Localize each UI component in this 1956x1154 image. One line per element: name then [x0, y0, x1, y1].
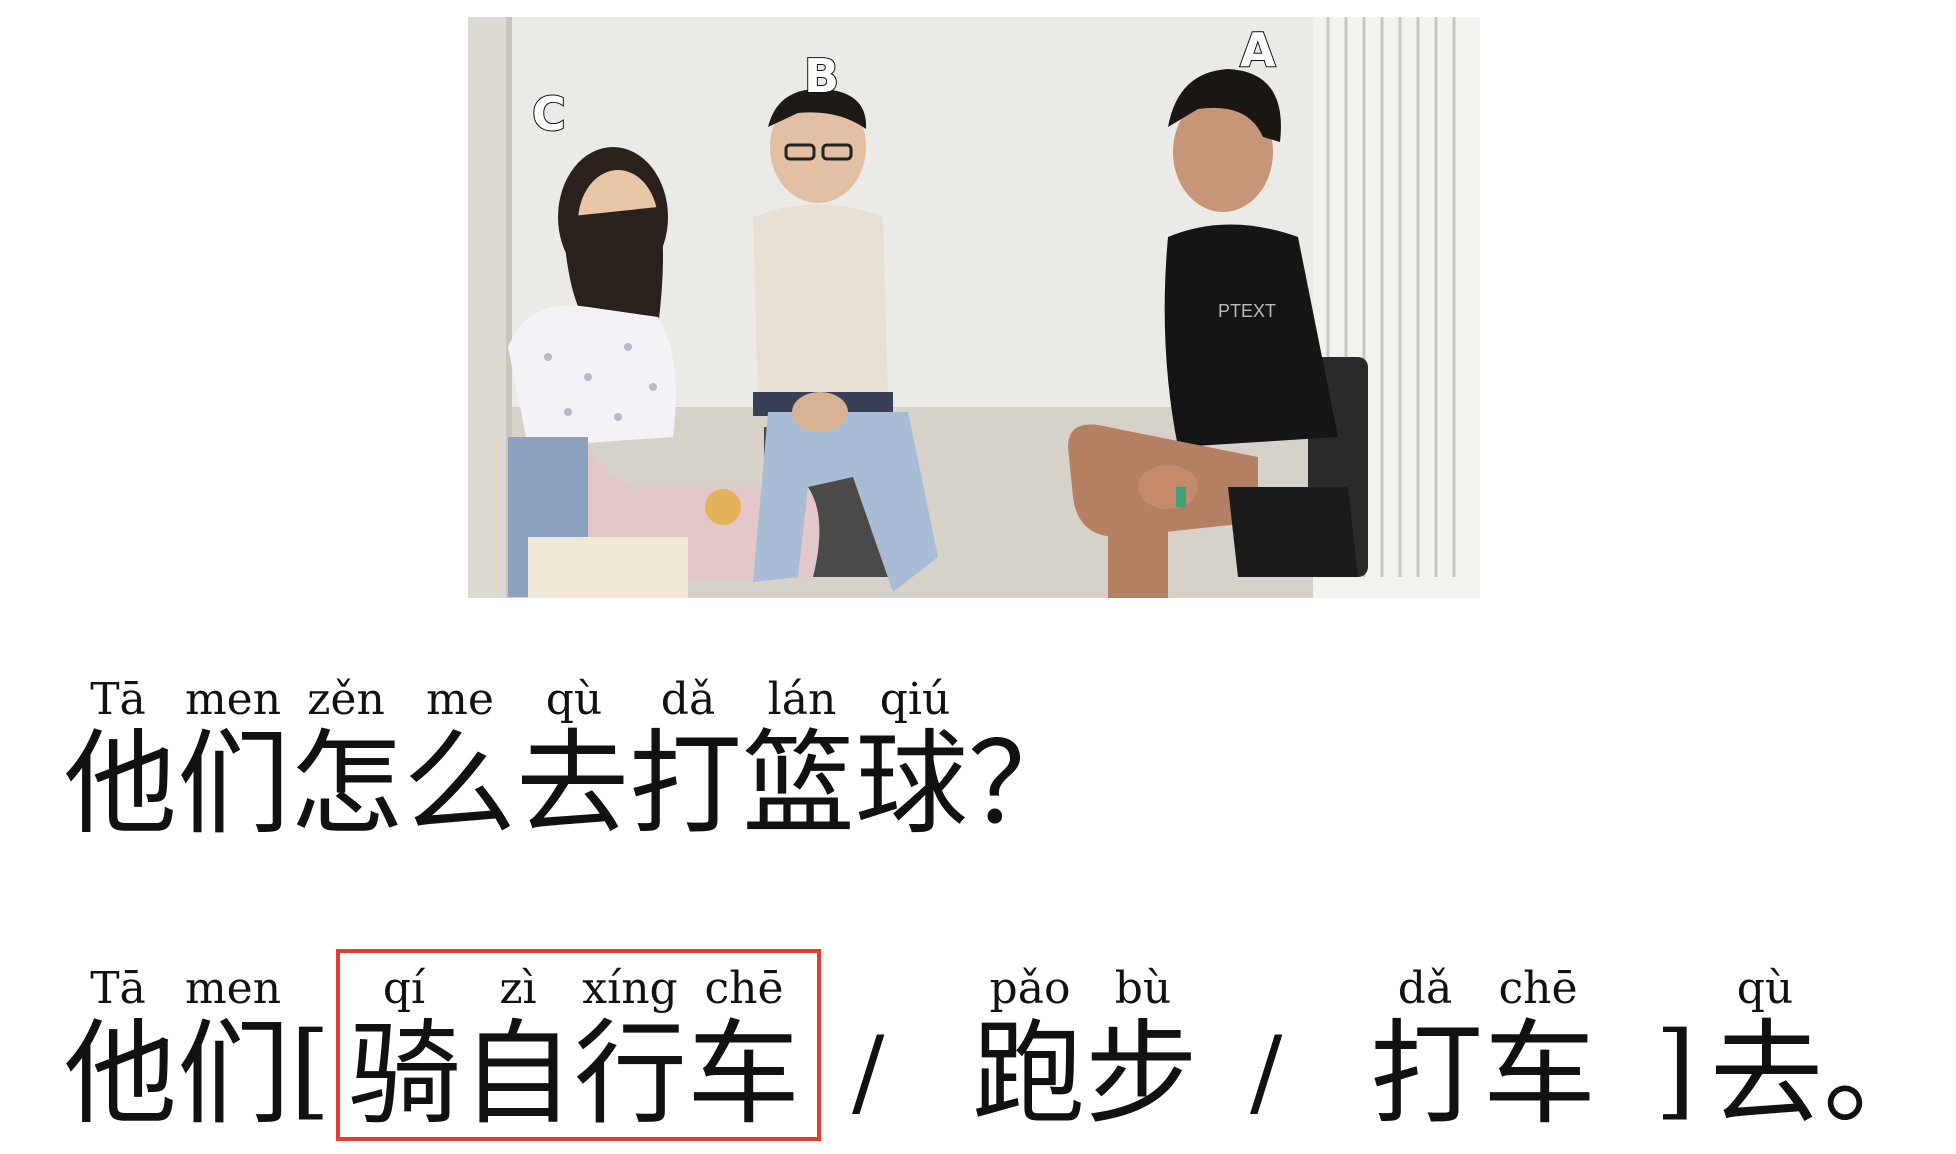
- speaker-label-b: B: [803, 49, 840, 103]
- photo-scene: PTEXT: [468, 17, 1480, 598]
- pinyin-ta: Tā: [90, 963, 146, 1014]
- pinyin-men: men: [184, 963, 282, 1014]
- speaker-label-c: C: [531, 87, 567, 141]
- option-run: 跑步: [972, 1008, 1198, 1140]
- pinyin-da: dǎ: [1397, 963, 1453, 1014]
- slash-separator-1: /: [852, 1016, 885, 1128]
- conversation-photo: PTEXT A B C: [468, 17, 1480, 598]
- pinyin-me: me: [426, 674, 494, 725]
- pinyin-lan: lán: [767, 674, 837, 725]
- pinyin-pao: pǎo: [989, 963, 1071, 1014]
- question-hanzi: 他们怎么去打篮球？: [64, 718, 1081, 850]
- pinyin-da: dǎ: [660, 674, 716, 725]
- pinyin-bu: bù: [1114, 963, 1172, 1014]
- pinyin-men: men: [184, 674, 282, 725]
- pinyin-qiu: qiú: [879, 674, 951, 725]
- speaker-label-a: A: [1239, 23, 1277, 77]
- pinyin-qu: qù: [545, 674, 603, 725]
- pinyin-qu: qù: [1736, 963, 1794, 1014]
- pinyin-che-2: chē: [1498, 963, 1578, 1014]
- pinyin-ta: Tā: [90, 674, 146, 725]
- highlight-box: [336, 949, 821, 1141]
- open-bracket: [: [290, 1009, 331, 1131]
- pinyin-zen: zěn: [307, 674, 385, 725]
- answer-subject: 他们: [64, 1008, 290, 1140]
- slash-separator-2: /: [1250, 1016, 1283, 1128]
- svg-text:PTEXT: PTEXT: [1218, 301, 1276, 321]
- close-bracket: ]: [1655, 1009, 1696, 1131]
- option-taxi: 打车: [1370, 1008, 1596, 1140]
- answer-ending: 去。: [1710, 1008, 1936, 1140]
